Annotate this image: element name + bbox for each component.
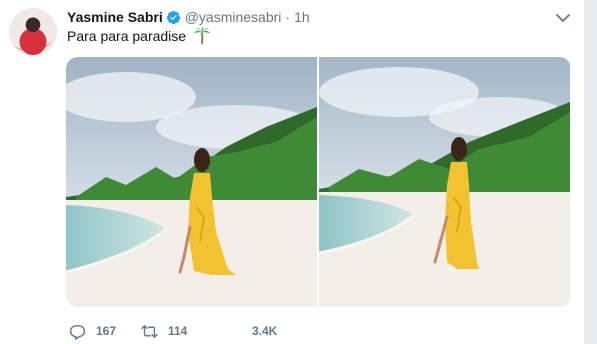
avatar[interactable] xyxy=(9,8,57,56)
chevron-down-icon[interactable] xyxy=(555,11,571,25)
author-name[interactable]: Yasmine Sabri xyxy=(67,9,163,25)
avatar-signature xyxy=(14,33,52,53)
like-count: 3.4K xyxy=(252,324,278,338)
reply-count: 167 xyxy=(96,324,117,338)
beach-photo-1[interactable] xyxy=(66,57,317,307)
tweet-time[interactable]: 1h xyxy=(294,9,310,25)
tweet-card[interactable]: Yasmine Sabri @yasminesabri · 1h Para pa… xyxy=(0,0,584,344)
tweet-header: Yasmine Sabri @yasminesabri · 1h xyxy=(67,8,310,26)
beach-photo-2-image xyxy=(319,57,570,307)
tweet-text-row: Para para paradise xyxy=(67,26,211,45)
beach-photo-1-image xyxy=(66,57,317,307)
retweet-icon xyxy=(141,324,158,338)
palm-tree-icon xyxy=(193,26,211,44)
reply-button[interactable]: 167 xyxy=(69,323,141,340)
tweet-text: Para para paradise xyxy=(67,28,187,44)
tweet-actions: 167 114 3.4K xyxy=(69,322,312,340)
reply-icon xyxy=(69,324,86,340)
scrollbar[interactable] xyxy=(584,0,597,344)
beach-photo-2[interactable] xyxy=(319,57,570,307)
header-separator: · xyxy=(285,9,291,25)
verified-badge-icon xyxy=(166,10,180,24)
author-handle[interactable]: @yasminesabri xyxy=(185,9,282,25)
retweet-count: 114 xyxy=(168,324,188,338)
like-button[interactable]: 3.4K xyxy=(252,324,312,338)
tweet-media[interactable] xyxy=(66,57,571,307)
retweet-button[interactable]: 114 xyxy=(141,323,252,340)
